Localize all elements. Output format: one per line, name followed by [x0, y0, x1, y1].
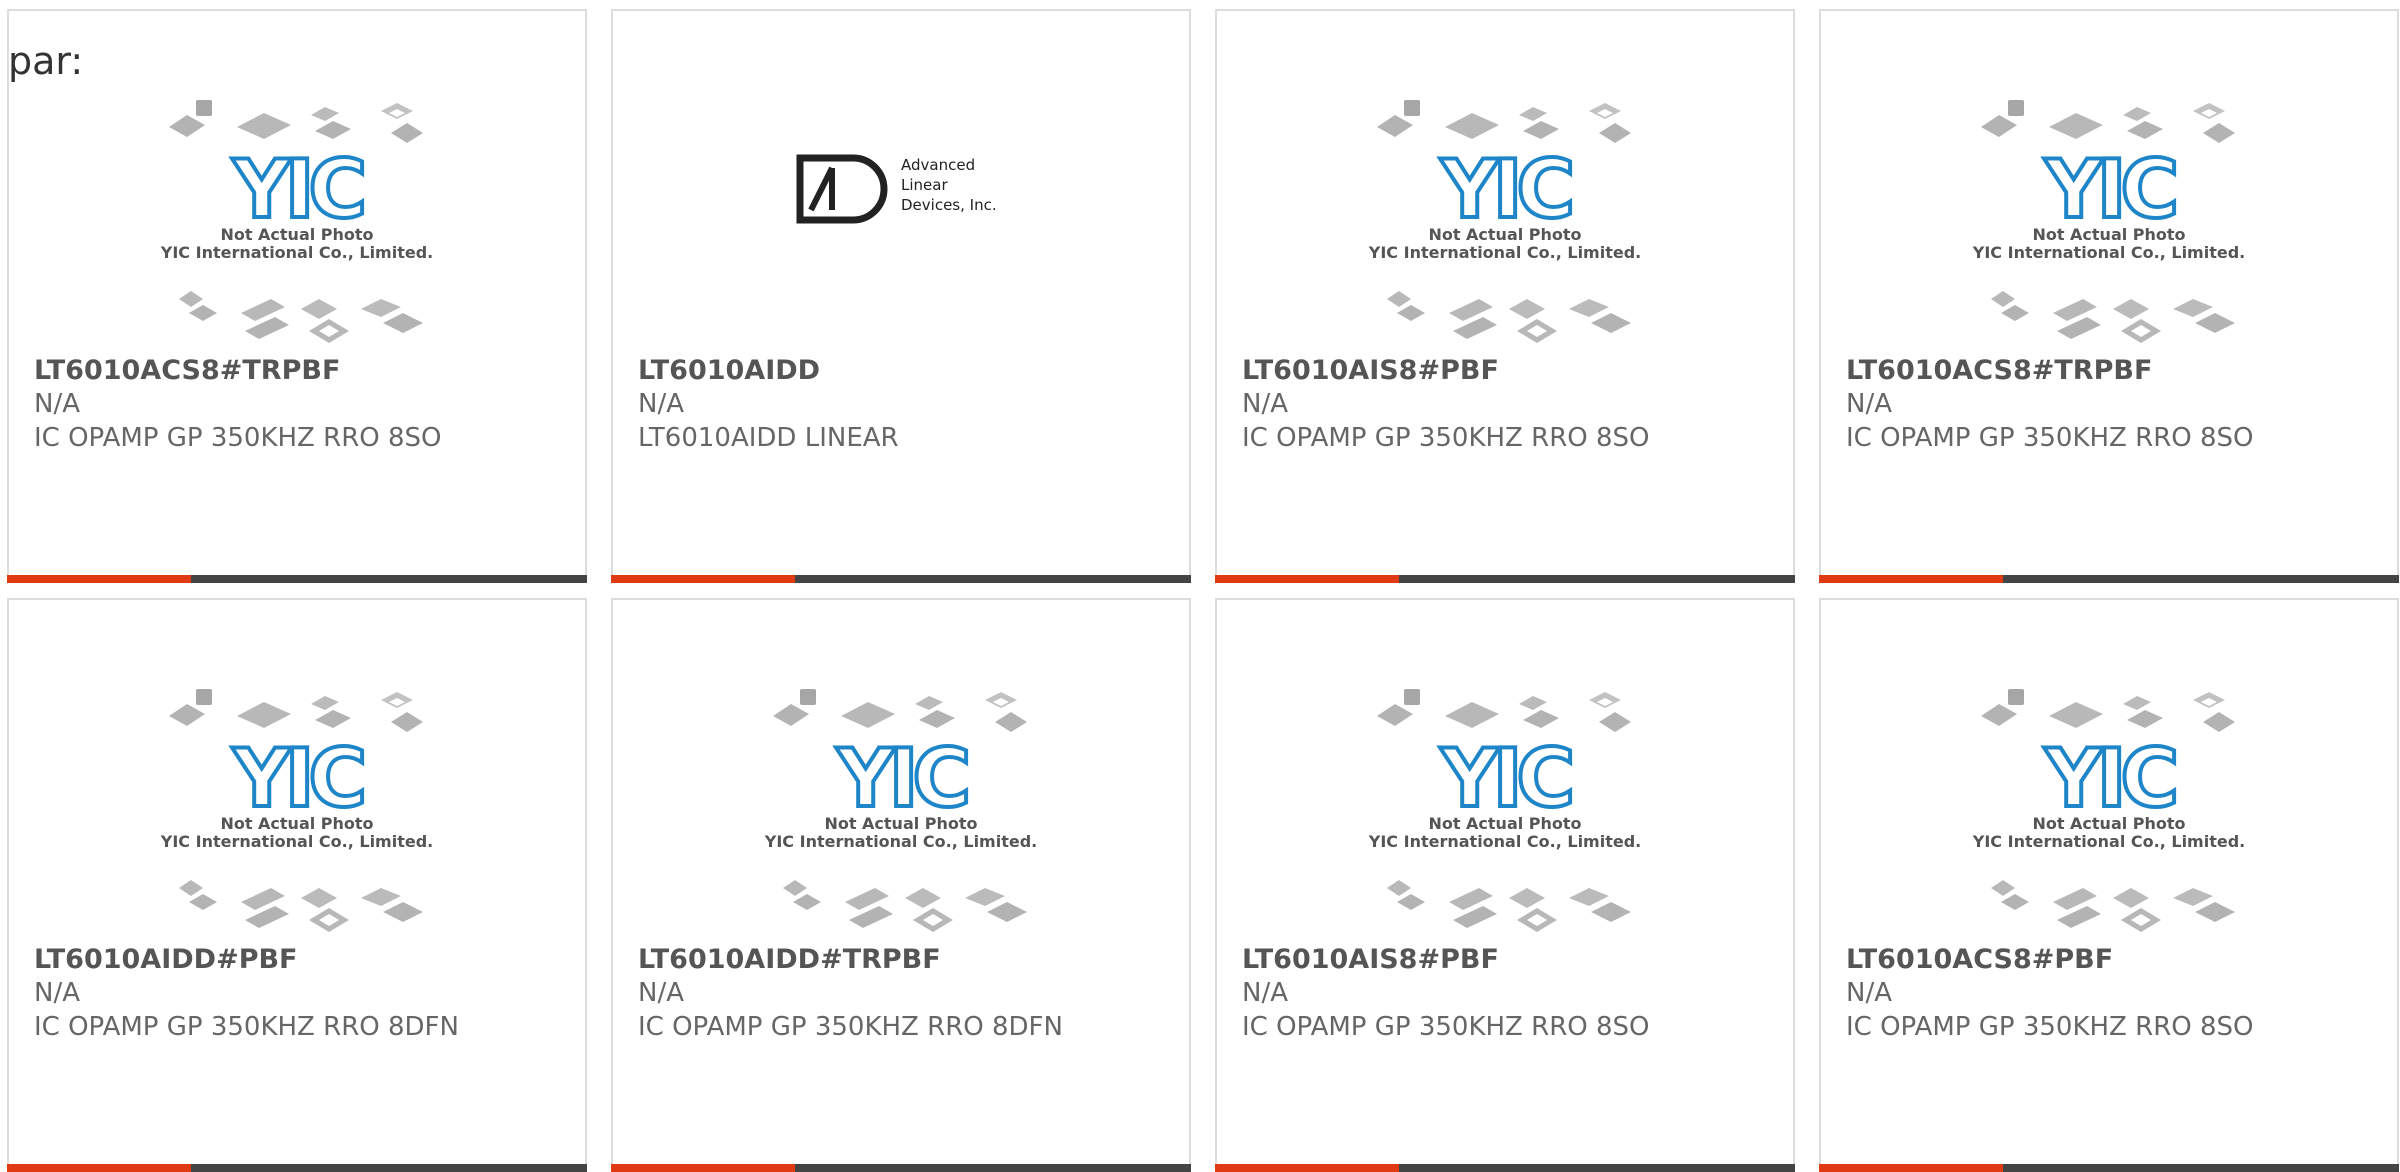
svg-text:Not Actual Photo: Not Actual Photo: [2032, 225, 2185, 244]
bar-segment: [795, 575, 1191, 583]
accent-segment: [611, 575, 795, 583]
svg-text:YIC International Co., Limited: YIC International Co., Limited.: [1972, 832, 2245, 851]
part-number[interactable]: LT6010AIDD#TRPBF: [638, 944, 941, 975]
part-description: IC OPAMP GP 350KHZ RRO 8SO: [1846, 1012, 2254, 1042]
accent-segment: [7, 1164, 191, 1172]
yic-logo-icon: [1375, 687, 1633, 934]
svg-text:YIC International Co., Limited: YIC International Co., Limited.: [160, 243, 433, 262]
manufacturer-label: N/A: [34, 978, 80, 1008]
accent-segment: [1215, 1164, 1399, 1172]
yic-placeholder-image: Not Actual Photo YIC International Co., L…: [1821, 644, 2397, 944]
yic-logo-icon: [1979, 98, 2237, 345]
svg-text:Linear: Linear: [901, 176, 948, 194]
manufacturer-label: N/A: [1242, 978, 1288, 1008]
part-description: IC OPAMP GP 350KHZ RRO 8SO: [34, 423, 442, 453]
svg-text:Advanced: Advanced: [901, 156, 975, 174]
product-card-4[interactable]: Not Actual Photo YIC International Co., L…: [1819, 9, 2399, 583]
svg-text:YIC International Co., Limited: YIC International Co., Limited.: [1368, 832, 1641, 851]
svg-text:Devices, Inc.: Devices, Inc.: [901, 196, 997, 214]
svg-text:YIC International Co., Limited: YIC International Co., Limited.: [1972, 243, 2245, 262]
product-card-5[interactable]: Not Actual Photo YIC International Co., L…: [7, 598, 587, 1172]
manufacturer-label: N/A: [1846, 389, 1892, 419]
product-card-7[interactable]: Not Actual Photo YIC International Co., L…: [1215, 598, 1795, 1172]
part-number[interactable]: LT6010AIS8#PBF: [1242, 355, 1499, 386]
part-number[interactable]: LT6010ACS8#PBF: [1846, 944, 2113, 975]
adi-logo-icon: [796, 154, 888, 224]
yic-placeholder-image: Not Actual Photo YIC International Co., L…: [9, 55, 585, 355]
svg-text:Not Actual Photo: Not Actual Photo: [1428, 225, 1581, 244]
accent-segment: [611, 1164, 795, 1172]
adi-logo-image: Advanced Linear Devices, Inc.: [613, 55, 1189, 355]
accent-segment: [1819, 575, 2003, 583]
bar-segment: [2003, 1164, 2399, 1172]
part-description: IC OPAMP GP 350KHZ RRO 8DFN: [638, 1012, 1063, 1042]
accent-segment: [1819, 1164, 2003, 1172]
accent-segment: [7, 575, 191, 583]
yic-logo-icon: [1375, 98, 1633, 345]
svg-text:YIC International Co., Limited: YIC International Co., Limited.: [160, 832, 433, 851]
product-card-1[interactable]: Not Actual Photo YIC International Co., L…: [7, 9, 587, 583]
manufacturer-label: N/A: [1846, 978, 1892, 1008]
card-accent-bar: [7, 575, 587, 583]
bar-segment: [1399, 1164, 1795, 1172]
card-accent-bar: [611, 575, 1191, 583]
card-accent-bar: [1819, 575, 2399, 583]
bar-segment: [191, 1164, 587, 1172]
manufacturer-label: N/A: [638, 978, 684, 1008]
product-card-2[interactable]: Advanced Linear Devices, Inc. LT6010AIDD N…: [611, 9, 1191, 583]
svg-text:YIC International Co., Limited: YIC International Co., Limited.: [1368, 243, 1641, 262]
bar-segment: [795, 1164, 1191, 1172]
yic-placeholder-image: Not Actual Photo YIC International Co., L…: [613, 644, 1189, 944]
part-number[interactable]: LT6010AIDD: [638, 355, 820, 386]
svg-text:Not Actual Photo: Not Actual Photo: [220, 225, 373, 244]
manufacturer-label: N/A: [1242, 389, 1288, 419]
product-card-3[interactable]: Not Actual Photo YIC International Co., L…: [1215, 9, 1795, 583]
product-card-6[interactable]: Not Actual Photo YIC International Co., L…: [611, 598, 1191, 1172]
svg-text:Not Actual Photo: Not Actual Photo: [1428, 814, 1581, 833]
product-card-8[interactable]: Not Actual Photo YIC International Co., L…: [1819, 598, 2399, 1172]
yic-logo-icon: [167, 687, 425, 934]
part-number[interactable]: LT6010AIDD#PBF: [34, 944, 298, 975]
part-description: IC OPAMP GP 350KHZ RRO 8SO: [1242, 423, 1650, 453]
card-accent-bar: [611, 1164, 1191, 1172]
part-number[interactable]: LT6010AIS8#PBF: [1242, 944, 1499, 975]
card-accent-bar: [7, 1164, 587, 1172]
yic-logo-icon: [167, 98, 425, 345]
part-description: LT6010AIDD LINEAR: [638, 423, 899, 453]
yic-placeholder-image: Not Actual Photo YIC International Co., L…: [1821, 55, 2397, 355]
card-accent-bar: [1215, 575, 1795, 583]
manufacturer-label: N/A: [638, 389, 684, 419]
svg-text:Not Actual Photo: Not Actual Photo: [220, 814, 373, 833]
yic-placeholder-image: Not Actual Photo YIC International Co., L…: [1217, 644, 1793, 944]
part-description: IC OPAMP GP 350KHZ RRO 8SO: [1846, 423, 2254, 453]
part-description: IC OPAMP GP 350KHZ RRO 8DFN: [34, 1012, 459, 1042]
page-label: par:: [8, 39, 84, 83]
yic-logo-icon: [1979, 687, 2237, 934]
part-number[interactable]: LT6010ACS8#TRPBF: [34, 355, 340, 386]
yic-logo-icon: [771, 687, 1029, 934]
bar-segment: [191, 575, 587, 583]
card-accent-bar: [1819, 1164, 2399, 1172]
svg-text:Not Actual Photo: Not Actual Photo: [2032, 814, 2185, 833]
svg-text:YIC International Co., Limited: YIC International Co., Limited.: [764, 832, 1037, 851]
yic-placeholder-image: Not Actual Photo YIC International Co., L…: [1217, 55, 1793, 355]
manufacturer-label: N/A: [34, 389, 80, 419]
yic-placeholder-image: Not Actual Photo YIC International Co., L…: [9, 644, 585, 944]
part-description: IC OPAMP GP 350KHZ RRO 8SO: [1242, 1012, 1650, 1042]
card-accent-bar: [1215, 1164, 1795, 1172]
accent-segment: [1215, 575, 1399, 583]
bar-segment: [2003, 575, 2399, 583]
svg-text:Not Actual Photo: Not Actual Photo: [824, 814, 977, 833]
product-grid: Not Actual Photo YIC International Co., L…: [0, 0, 2400, 1172]
part-number[interactable]: LT6010ACS8#TRPBF: [1846, 355, 2152, 386]
bar-segment: [1399, 575, 1795, 583]
